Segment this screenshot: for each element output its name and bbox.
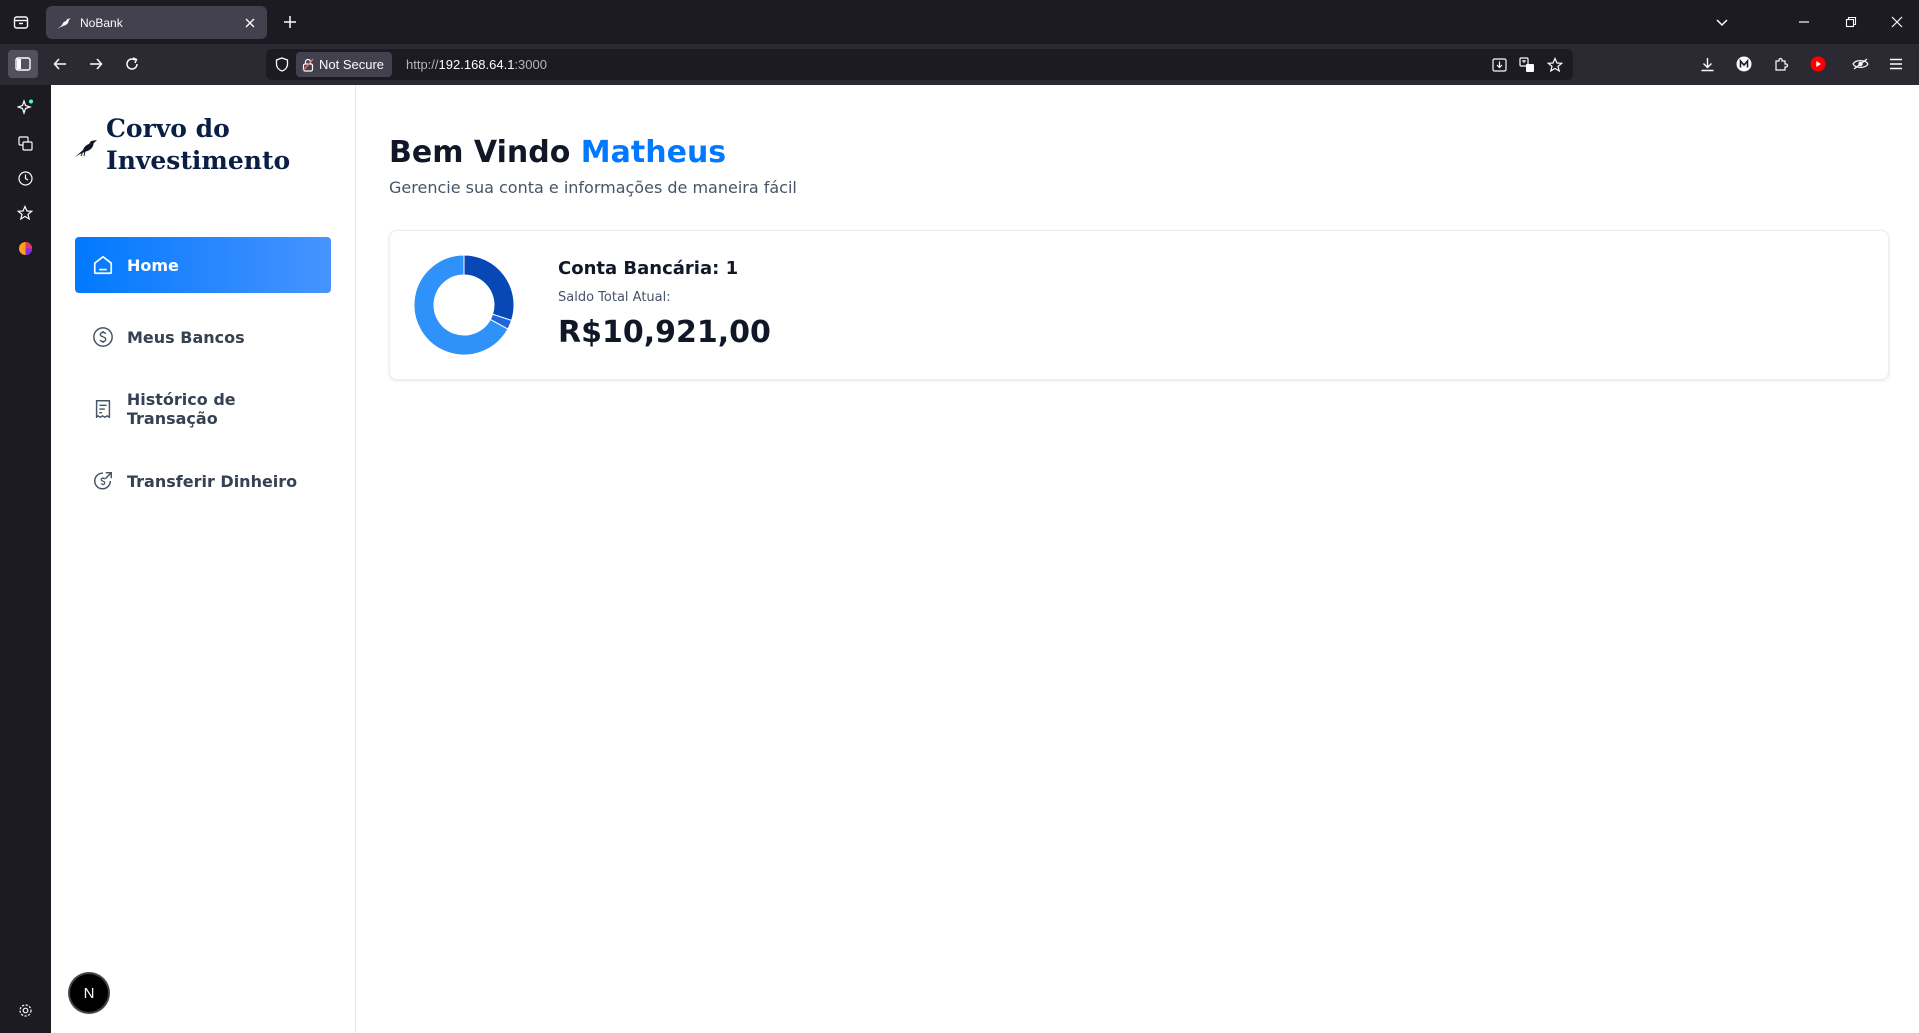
extension-button[interactable] [1850, 54, 1870, 74]
sidebar-item-transferir-dinheiro[interactable]: Transferir Dinheiro [75, 453, 331, 509]
synced-tabs-button[interactable] [14, 132, 36, 154]
user-name: Matheus [580, 135, 727, 170]
donut-slice-0 [463, 255, 514, 322]
web-page: Corvo do Investimento Home Meus Bancos H… [51, 85, 1919, 1033]
browser-tab-strip: NoBank [0, 0, 1919, 44]
star-outline-icon [17, 205, 33, 221]
sidebar-icon [15, 57, 31, 71]
reload-icon [126, 57, 138, 70]
hamburger-menu-icon [1890, 58, 1902, 70]
extensions-button[interactable] [1771, 54, 1791, 74]
reload-button[interactable] [122, 54, 142, 74]
plus-icon [284, 16, 296, 28]
app-menu-button[interactable] [1886, 54, 1906, 74]
url-host: 192.168.64.1 [438, 57, 515, 72]
greeting-text: Bem Vindo [389, 135, 571, 170]
close-window-button[interactable] [1887, 12, 1907, 32]
account-avatar-icon [1736, 56, 1752, 72]
bookmarks-button[interactable] [14, 202, 36, 224]
colorful-extension-button[interactable] [14, 237, 36, 259]
download-page-icon [1491, 58, 1507, 72]
forward-button[interactable] [86, 54, 106, 74]
youtube-extension-button[interactable] [1808, 54, 1828, 74]
sidebar-item-home[interactable]: Home [75, 237, 331, 293]
brand-name: Corvo do Investimento [106, 114, 291, 175]
sidebar-item-label: Transferir Dinheiro [127, 471, 298, 491]
not-secure-label: Not Secure [319, 57, 385, 72]
tab-close-icon[interactable] [241, 14, 259, 32]
color-palette-icon [18, 241, 32, 255]
bookmark-star-button[interactable] [1546, 56, 1564, 74]
money-send-icon [91, 469, 115, 493]
sidebar-item-meus-bancos[interactable]: Meus Bancos [75, 309, 331, 365]
eye-off-extension-icon [1851, 58, 1869, 70]
bank-accounts-count: Conta Bancária: 1 [558, 258, 739, 279]
crow-logo-icon [74, 135, 98, 159]
history-button[interactable] [14, 167, 36, 189]
new-tab-button[interactable] [280, 12, 300, 32]
chevron-down-icon [1716, 19, 1728, 27]
sidebar-toggle-button[interactable] [8, 50, 38, 78]
browser-navigation-bar: Not Secure http://192.168.64.1:3000 [0, 44, 1919, 85]
tab-overview-icon [13, 16, 29, 29]
page-title: Bem Vindo Matheus [389, 135, 726, 170]
clock-icon [17, 170, 33, 186]
browser-sidebar [0, 85, 50, 1033]
total-balance-value: R$10,921,00 [558, 315, 771, 350]
arrow-right-icon [90, 58, 103, 70]
translate-icon [1519, 57, 1534, 72]
tab-title: NoBank [80, 15, 123, 30]
synced-tabs-icon [17, 135, 33, 151]
sparkle-icon [17, 99, 33, 115]
url-text[interactable]: http://192.168.64.1:3000 [406, 57, 547, 72]
not-secure-indicator[interactable]: Not Secure [296, 52, 393, 77]
minimize-window-button[interactable] [1794, 12, 1814, 32]
address-bar[interactable]: Not Secure http://192.168.64.1:3000 [266, 49, 1573, 80]
download-icon [1701, 57, 1713, 71]
list-all-tabs-button[interactable] [1712, 12, 1732, 32]
translate-button[interactable] [1518, 56, 1536, 74]
insecure-lock-icon [302, 58, 314, 72]
sidebar-item-label: Histórico de Transação [126, 390, 236, 428]
total-balance-card: Conta Bancária: 1 Saldo Total Atual: R$1… [389, 230, 1889, 380]
restore-icon [1845, 16, 1857, 28]
arrow-left-icon [53, 58, 66, 70]
star-icon [1547, 57, 1563, 73]
total-balance-label: Saldo Total Atual: [558, 290, 671, 305]
puzzle-icon [1774, 57, 1788, 71]
browser-tab[interactable]: NoBank [46, 6, 267, 39]
crow-favicon-icon [56, 15, 72, 31]
ai-chatbot-button[interactable] [14, 96, 36, 118]
home-icon [91, 253, 115, 277]
balance-donut-chart [414, 255, 514, 355]
sidebar-item-label: Home [127, 255, 179, 275]
dollar-circle-icon [91, 325, 115, 349]
url-scheme: http:// [406, 57, 439, 72]
receipt-icon [91, 397, 115, 421]
sidebar-item-historico-transacao[interactable]: Histórico de Transação [75, 381, 331, 437]
downloads-button[interactable] [1697, 54, 1717, 74]
nextjs-dev-badge[interactable]: N [70, 974, 108, 1012]
account-button[interactable] [1734, 54, 1754, 74]
sidebar-item-label: Meus Bancos [127, 327, 245, 347]
close-icon [1891, 16, 1903, 28]
app-sidebar: Corvo do Investimento Home Meus Bancos H… [51, 85, 356, 1033]
save-to-pocket-button[interactable] [1490, 56, 1508, 74]
restore-window-button[interactable] [1841, 12, 1861, 32]
minimize-icon [1799, 21, 1809, 23]
customize-sidebar-button[interactable] [14, 999, 36, 1021]
tab-overview-button[interactable] [10, 12, 32, 32]
shield-icon[interactable] [275, 57, 289, 77]
brand-logo[interactable]: Corvo do Investimento [74, 113, 306, 177]
back-button[interactable] [50, 54, 70, 74]
youtube-icon [1810, 56, 1826, 72]
gear-icon [18, 1003, 32, 1017]
url-port: :3000 [514, 57, 547, 72]
page-subtitle: Gerencie sua conta e informações de mane… [389, 178, 797, 197]
